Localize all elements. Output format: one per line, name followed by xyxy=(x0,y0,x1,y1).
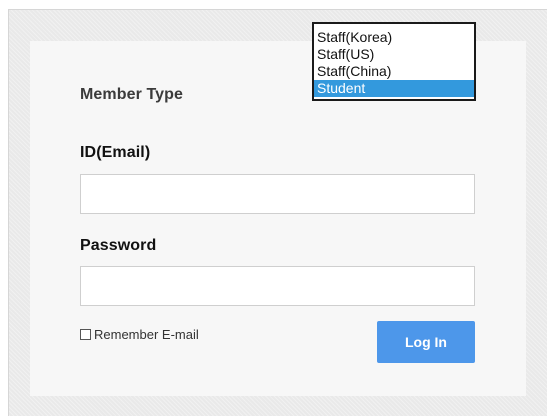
remember-email-label: Remember E-mail xyxy=(94,327,199,342)
member-type-option[interactable]: Staff(Korea) xyxy=(314,29,474,46)
password-label: Password xyxy=(80,237,157,254)
remember-email[interactable]: Remember E-mail xyxy=(80,327,199,342)
member-type-dropdown-list[interactable]: Staff(Korea) Staff(US) Staff(China) Stud… xyxy=(312,22,476,101)
email-input[interactable] xyxy=(80,174,475,214)
login-button[interactable]: Log In xyxy=(377,321,475,363)
member-type-option[interactable]: Staff(China) xyxy=(314,63,474,80)
password-input[interactable] xyxy=(80,266,475,306)
id-email-label: ID(Email) xyxy=(80,144,151,161)
member-type-label: Member Type xyxy=(80,86,184,103)
member-type-option[interactable]: Staff(US) xyxy=(314,46,474,63)
member-type-option-selected[interactable]: Student xyxy=(314,80,474,97)
remember-email-checkbox[interactable] xyxy=(80,329,91,340)
